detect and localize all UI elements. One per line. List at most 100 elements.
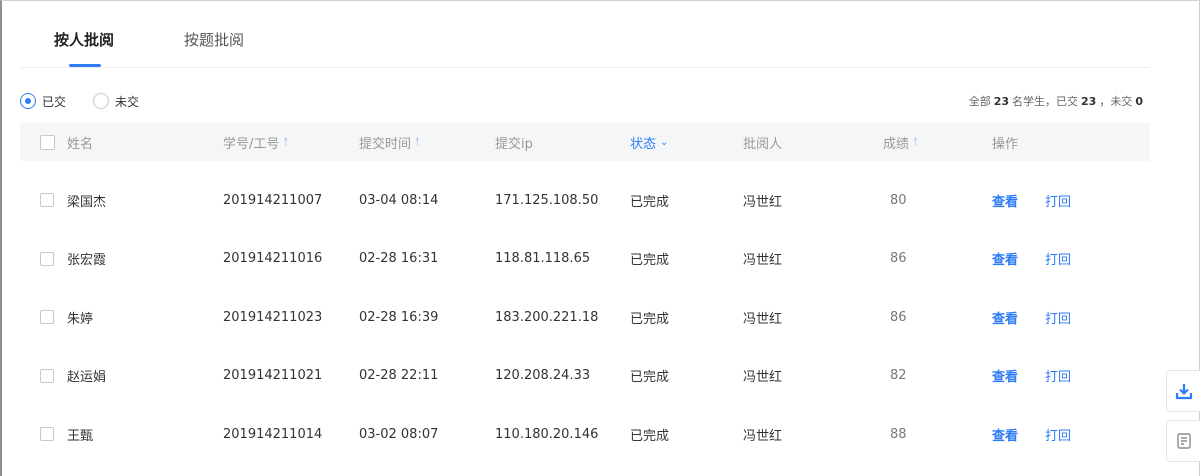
tab-by-student[interactable]: 按人批阅 <box>54 30 114 50</box>
cell-ip: 183.200.221.18 <box>495 309 599 325</box>
row-checkbox[interactable] <box>40 405 54 464</box>
cell-ip: 120.208.24.33 <box>495 368 591 384</box>
view-button[interactable]: 查看 <box>992 191 1018 210</box>
radio-label: 已交 <box>42 94 67 109</box>
cell-ops: 查看 打回 <box>992 405 1071 464</box>
header-status[interactable]: 状态 ⌄ <box>630 123 668 161</box>
cell-score: 80 <box>890 192 907 208</box>
return-button[interactable]: 打回 <box>1045 191 1071 210</box>
cell-ops: 查看 打回 <box>992 288 1071 347</box>
row-checkbox[interactable] <box>40 171 54 230</box>
header-name: 姓名 <box>67 136 94 152</box>
feedback-icon <box>1176 433 1191 449</box>
cell-reviewer: 冯世红 <box>743 428 783 444</box>
table-header: 姓名 学号/工号 🠕 提交时间 🠕 提交ip 状态 ⌄ 批阅人 成绩 🠕 操作 <box>20 123 1150 161</box>
cell-status: 已完成 <box>630 428 670 444</box>
cell-time: 02-28 16:31 <box>359 251 439 267</box>
submission-summary: 全部 23 名学生，已交 23 ，未交 0 <box>969 93 1146 109</box>
cell-id: 201914211016 <box>223 251 323 267</box>
radio-checked-icon <box>20 93 36 109</box>
tab-bar: 按人批阅 按题批阅 <box>20 0 1150 68</box>
table-row: 张宏霞 201914211016 02-28 16:31 118.81.118.… <box>20 230 1150 289</box>
summary-submitted: 23 <box>1081 95 1097 108</box>
cell-time: 03-02 08:07 <box>359 426 439 442</box>
cell-ip: 110.180.20.146 <box>495 426 599 442</box>
header-ops: 操作 <box>992 136 1019 152</box>
cell-ip: 118.81.118.65 <box>495 251 591 267</box>
view-button[interactable]: 查看 <box>992 425 1018 444</box>
table-row: 王甄 201914211014 03-02 08:07 110.180.20.1… <box>20 405 1150 464</box>
header-id[interactable]: 学号/工号 🠕 <box>223 123 288 161</box>
cell-name: 梁国杰 <box>67 194 107 210</box>
row-checkbox[interactable] <box>40 230 54 289</box>
student-table: 姓名 学号/工号 🠕 提交时间 🠕 提交ip 状态 ⌄ 批阅人 成绩 🠕 操作 梁国杰 … <box>20 123 1150 464</box>
cell-ops: 查看 打回 <box>992 230 1071 289</box>
cell-ip: 171.125.108.50 <box>495 192 599 208</box>
chevron-down-icon: ⌄ <box>660 136 669 148</box>
cell-name: 王甄 <box>67 428 94 444</box>
cell-status: 已完成 <box>630 370 670 386</box>
cell-score: 86 <box>890 251 907 267</box>
return-button[interactable]: 打回 <box>1045 249 1071 268</box>
row-checkbox[interactable] <box>40 288 54 347</box>
checkbox-icon <box>40 427 54 442</box>
cell-reviewer: 冯世红 <box>743 370 783 386</box>
row-checkbox[interactable] <box>40 347 54 406</box>
sort-arrow-up-icon: 🠕 <box>913 134 918 148</box>
cell-score: 82 <box>890 368 907 384</box>
checkbox-icon <box>40 193 54 208</box>
cell-score: 86 <box>890 309 907 325</box>
cell-status: 已完成 <box>630 253 670 269</box>
radio-unchecked-icon <box>93 93 109 109</box>
sort-arrow-up-icon: 🠕 <box>283 134 289 148</box>
header-reviewer: 批阅人 <box>743 136 783 152</box>
cell-reviewer: 冯世红 <box>743 253 783 269</box>
sort-arrow-up-icon: 🠕 <box>415 134 420 148</box>
download-icon <box>1175 384 1192 400</box>
radio-label: 未交 <box>115 94 140 109</box>
view-button[interactable]: 查看 <box>992 249 1018 268</box>
cell-time: 03-04 08:14 <box>359 192 439 208</box>
checkbox-icon <box>40 310 54 325</box>
header-score[interactable]: 成绩 🠕 <box>883 123 918 161</box>
feedback-button[interactable] <box>1166 420 1200 462</box>
tab-by-question[interactable]: 按题批阅 <box>184 30 244 50</box>
checkbox-icon <box>40 134 55 150</box>
view-button[interactable]: 查看 <box>992 366 1018 385</box>
cell-status: 已完成 <box>630 194 670 210</box>
summary-total: 23 <box>993 95 1010 108</box>
cell-name: 张宏霞 <box>67 253 107 269</box>
cell-name: 赵运娟 <box>67 370 107 386</box>
checkbox-icon <box>40 251 54 266</box>
summary-mid: 名学生，已交 <box>1012 95 1079 108</box>
cell-id: 201914211007 <box>223 192 323 208</box>
cell-name: 朱婷 <box>67 311 94 327</box>
summary-mid2: ，未交 <box>1099 95 1133 108</box>
cell-ops: 查看 打回 <box>992 347 1071 406</box>
cell-reviewer: 冯世红 <box>743 311 783 327</box>
radio-not-submitted[interactable]: 未交 <box>93 92 139 110</box>
header-ip: 提交ip <box>495 136 533 152</box>
cell-score: 88 <box>890 426 907 442</box>
return-button[interactable]: 打回 <box>1045 308 1071 327</box>
checkbox-icon <box>40 368 54 383</box>
cell-time: 02-28 16:39 <box>359 309 439 325</box>
table-row: 梁国杰 201914211007 03-04 08:14 171.125.108… <box>20 171 1150 230</box>
download-button[interactable] <box>1166 370 1200 412</box>
table-row: 朱婷 201914211023 02-28 16:39 183.200.221.… <box>20 288 1150 347</box>
cell-reviewer: 冯世红 <box>743 194 783 210</box>
cell-status: 已完成 <box>630 311 670 327</box>
summary-prefix: 全部 <box>968 95 991 108</box>
view-button[interactable]: 查看 <box>992 308 1018 327</box>
summary-unsubmitted: 0 <box>1135 95 1143 108</box>
cell-ops: 查看 打回 <box>992 171 1071 230</box>
active-tab-indicator <box>69 64 101 67</box>
cell-time: 02-28 22:11 <box>359 368 439 384</box>
return-button[interactable]: 打回 <box>1045 425 1071 444</box>
header-time[interactable]: 提交时间 🠕 <box>359 123 420 161</box>
return-button[interactable]: 打回 <box>1045 366 1071 385</box>
select-all-checkbox[interactable] <box>40 123 55 161</box>
radio-submitted[interactable]: 已交 <box>20 92 66 110</box>
cell-id: 201914211023 <box>223 309 323 325</box>
cell-id: 201914211014 <box>223 426 323 442</box>
